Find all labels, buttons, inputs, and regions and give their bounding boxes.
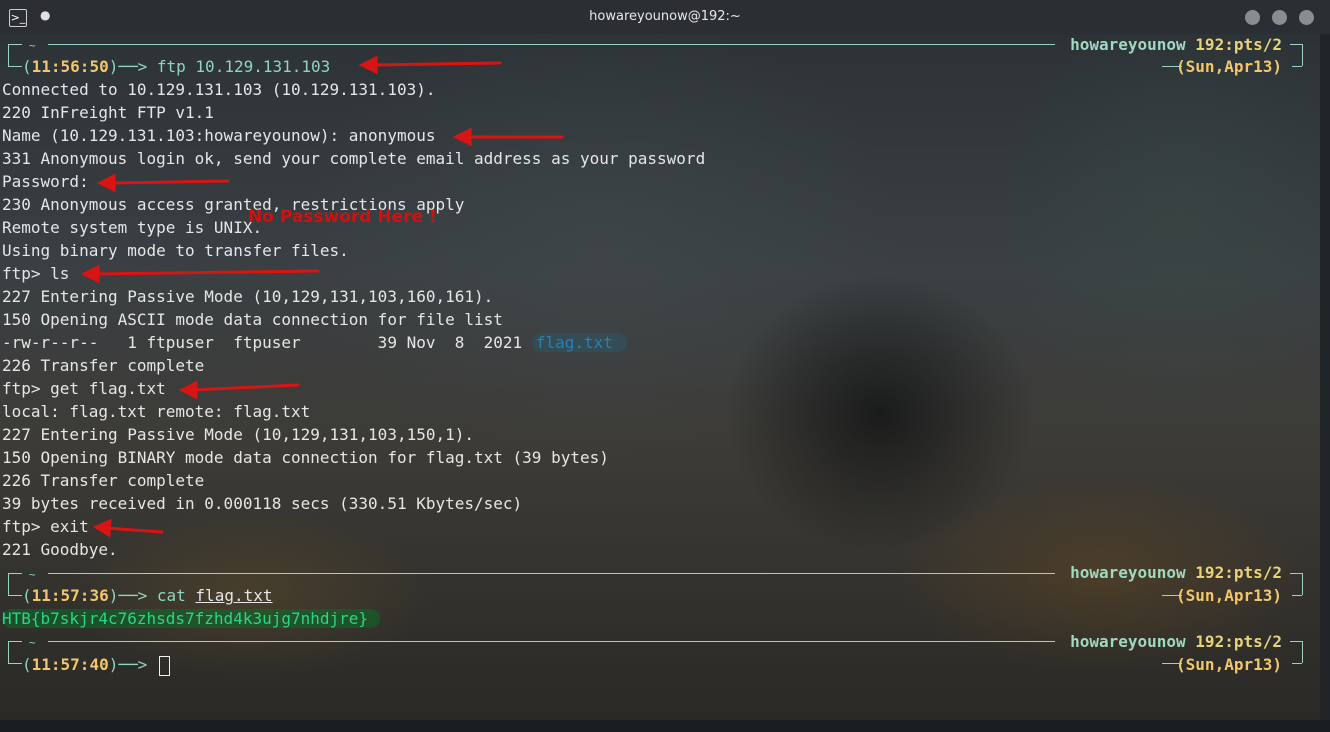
window-title: howareyounow@192:~ (589, 9, 741, 24)
window-bottom-edge (0, 720, 1330, 732)
arrow-annotation (190, 383, 300, 392)
arrow-head (80, 264, 100, 284)
arrow-head (96, 173, 116, 193)
scrollbar[interactable] (1320, 34, 1330, 720)
annotation-label: No Password Here ! (248, 207, 437, 227)
arrow-head (92, 518, 112, 538)
minimize-button[interactable] (1245, 10, 1260, 25)
arrow-head (178, 380, 198, 400)
title-bar: >_ ● howareyounow@192:~ (0, 0, 1330, 34)
arrow-annotation (104, 526, 164, 534)
arrow-head (358, 55, 378, 75)
arrow-annotation (92, 269, 320, 276)
annotation-arrows (80, 55, 564, 538)
close-button[interactable] (1299, 10, 1314, 25)
arrow-annotation (370, 61, 502, 67)
arrow-annotation (108, 179, 230, 185)
arrow-head (452, 127, 472, 147)
maximize-button[interactable] (1272, 10, 1287, 25)
terminal-view[interactable]: ~ howareyounow 192:pts/2 (11:56:50)──> f… (0, 34, 1320, 720)
